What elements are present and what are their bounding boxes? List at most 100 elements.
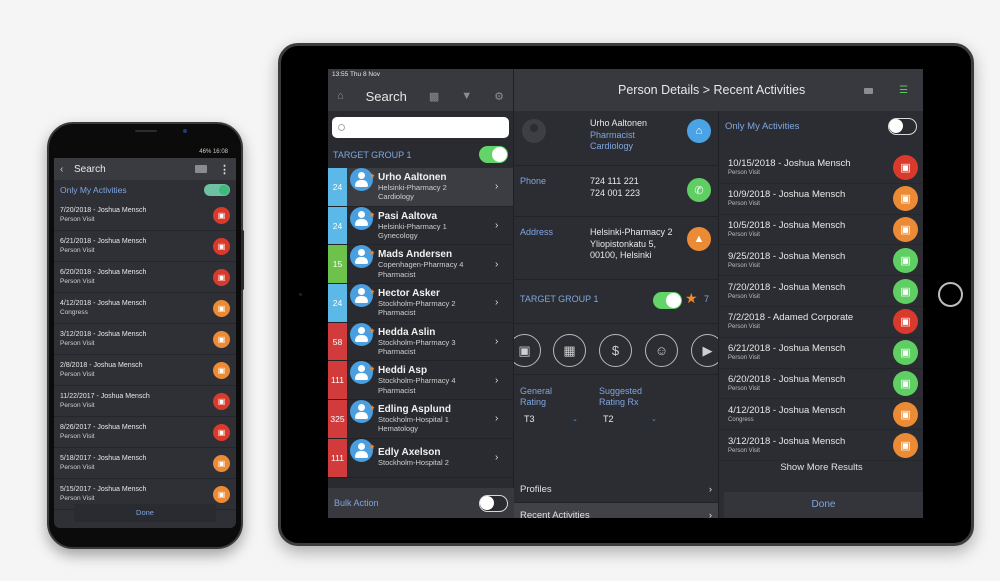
people-icon[interactable]: ☺: [645, 334, 678, 367]
chevron-left-icon[interactable]: ‹: [60, 164, 70, 175]
person-list-item[interactable]: 58 ★ Hedda Aslin Stockholm-Pharmacy 3 Ph…: [328, 322, 513, 362]
activity-status-icon: ▣: [213, 206, 230, 224]
menu-icon[interactable]: ☰: [899, 86, 909, 96]
avatar-wrap: ★: [347, 438, 378, 477]
phone-activity-item[interactable]: 6/20/2018 - Joshua Mensch Person Visit ▣: [54, 262, 236, 293]
phone-activity-item[interactable]: 4/12/2018 - Joshua Mensch Congress ▣: [54, 293, 236, 324]
person-name: Mads Andersen: [378, 249, 453, 261]
activity-item[interactable]: 10/15/2018 - Joshua Mensch Person Visit …: [719, 153, 923, 184]
activity-status-icon: ▣: [213, 392, 230, 410]
phone-camera: [183, 129, 187, 133]
activity-text: 3/12/2018 - Joshua Mensch Person Visit: [60, 330, 213, 348]
detail-nav-item[interactable]: Recent Activities ›: [514, 503, 718, 518]
navigate-icon[interactable]: ▲: [687, 227, 711, 251]
show-more-results-button[interactable]: Show More Results: [719, 462, 923, 473]
address-row: Address Helsinki-Pharmacy 2 Yliopistonka…: [514, 217, 718, 280]
activity-type: Person Visit: [60, 247, 95, 254]
phone-row: Phone 724 111 221 724 001 223 ✆: [514, 166, 718, 217]
only-my-activities-toggle[interactable]: [204, 184, 230, 196]
bulk-action-toggle[interactable]: [479, 494, 508, 512]
money-icon[interactable]: $: [599, 334, 632, 367]
general-rating-select[interactable]: T3 ⌄: [524, 414, 584, 424]
phone-activity-list: 7/20/2018 - Joshua Mensch Person Visit ▣…: [54, 200, 236, 510]
detail-nav-label: Recent Activities: [520, 510, 590, 518]
activity-title: 8/26/2017 - Joshua Mensch: [60, 424, 147, 431]
person-list-item[interactable]: 15 ★ Mads Andersen Copenhagen-Pharmacy 4…: [328, 245, 513, 285]
activity-type: Person Visit: [60, 216, 95, 223]
play-icon[interactable]: ▶: [691, 334, 718, 367]
target-group-toggle[interactable]: [479, 146, 508, 163]
activity-item[interactable]: 7/20/2018 - Joshua Mensch Person Visit ▣: [719, 276, 923, 307]
person-role: Pharmacist: [590, 129, 636, 140]
activity-title: 6/20/2018 - Joshua Mensch: [60, 269, 147, 276]
filter-icon[interactable]: ▼: [461, 90, 472, 102]
phone-activity-item[interactable]: 7/20/2018 - Joshua Mensch Person Visit ▣: [54, 200, 236, 231]
phone-done-button[interactable]: Done: [74, 504, 216, 522]
suggested-rating-label-line1: Suggested: [599, 386, 643, 396]
person-location: Stockholm-Hospital 2: [378, 458, 449, 468]
star-icon: ★: [369, 173, 376, 180]
activity-status-icon: ▣: [893, 186, 918, 212]
address-label: Address: [520, 227, 554, 237]
activity-title: 3/12/2018 - Joshua Mensch: [728, 435, 846, 447]
phone-activity-item[interactable]: 11/22/2017 - Joshua Mensch Person Visit …: [54, 386, 236, 417]
activity-item[interactable]: 6/21/2018 - Joshua Mensch Person Visit ▣: [719, 338, 923, 369]
detail-nav-item[interactable]: Profiles ›: [514, 477, 718, 503]
phone-activity-item[interactable]: 6/21/2018 - Joshua Mensch Person Visit ▣: [54, 231, 236, 262]
warehouse-icon[interactable]: ▣: [514, 334, 541, 367]
person-score: 24: [328, 206, 347, 245]
activities-filter-toggle[interactable]: [888, 117, 917, 135]
bulk-action-bar: Bulk Action: [328, 488, 514, 518]
person-list-item[interactable]: 111 ★ Heddi Asp Stockholm-Pharmacy 4 Pha…: [328, 361, 513, 401]
home-icon[interactable]: ⌂: [337, 90, 344, 102]
mail-icon[interactable]: [864, 88, 873, 94]
activity-item[interactable]: 10/5/2018 - Joshua Mensch Person Visit ▣: [719, 215, 923, 246]
person-list-item[interactable]: 111 ★ Edly Axelson Stockholm-Hospital 2 …: [328, 438, 513, 478]
activity-status-icon: ▣: [213, 330, 230, 348]
person-specialty: Cardiology: [590, 141, 634, 151]
activity-text: 5/15/2017 - Joshua Mensch Person Visit: [60, 485, 213, 503]
detail-target-group-label: TARGET GROUP 1: [520, 294, 599, 304]
detail-nav-label: Profiles: [520, 484, 552, 495]
bar-chart-icon[interactable]: ▩: [429, 90, 439, 103]
activity-title: 7/20/2018 - Joshua Mensch: [728, 281, 846, 293]
more-vertical-icon[interactable]: ⋮: [219, 163, 230, 176]
activities-filter-row: Only My Activities: [719, 111, 923, 141]
phone-activity-item[interactable]: 2/8/2018 - Joshua Mensch Person Visit ▣: [54, 355, 236, 386]
activity-status-icon: ▣: [893, 278, 918, 304]
phone-activity-item[interactable]: 5/18/2017 - Joshua Mensch Person Visit ▣: [54, 448, 236, 479]
people-list: 24 ★ Urho Aaltonen Helsinki-Pharmacy 2 C…: [328, 168, 513, 478]
gear-icon[interactable]: ⚙: [494, 90, 504, 103]
done-button[interactable]: Done: [724, 492, 923, 518]
detail-target-group-toggle[interactable]: [653, 292, 682, 309]
suggested-rating-select[interactable]: T2 ⌄: [603, 414, 663, 424]
person-list-item[interactable]: 325 ★ Edling Asplund Stockholm-Hospital …: [328, 400, 513, 439]
phone-call-icon[interactable]: ✆: [687, 178, 711, 202]
person-list-item[interactable]: 24 ★ Hector Asker Stockholm-Pharmacy 2 P…: [328, 284, 513, 323]
activity-item[interactable]: 10/9/2018 - Joshua Mensch Person Visit ▣: [719, 184, 923, 215]
phone-activity-item[interactable]: 8/26/2017 - Joshua Mensch Person Visit ▣: [54, 417, 236, 448]
calendar-icon[interactable]: ▦: [553, 334, 586, 367]
person-name: Urho Aaltonen: [590, 118, 648, 128]
add-to-home-icon[interactable]: ⌂: [687, 119, 711, 143]
activity-item[interactable]: 6/20/2018 - Joshua Mensch Person Visit ▣: [719, 369, 923, 400]
product-showcase: 46% 16:08 ‹ Search ⋮ Only My Activities …: [0, 0, 1000, 581]
star-icon: ★: [685, 290, 698, 306]
activity-text: 6/20/2018 - Joshua Mensch Person Visit: [728, 374, 893, 393]
person-list-item[interactable]: 24 ★ Urho Aaltonen Helsinki-Pharmacy 2 C…: [328, 168, 513, 207]
mail-icon[interactable]: [195, 165, 207, 173]
activity-item[interactable]: 3/12/2018 - Joshua Mensch Person Visit ▣: [719, 430, 923, 461]
person-text: Pasi Aaltova Helsinki-Pharmacy 1 Gynecol…: [378, 207, 495, 245]
activity-item[interactable]: 4/12/2018 - Joshua Mensch Congress ▣: [719, 399, 923, 431]
activity-item[interactable]: 7/2/2018 - Adamed Corporate Person Visit…: [719, 307, 923, 338]
activity-type: Person Visit: [728, 293, 760, 300]
search-input[interactable]: [349, 122, 509, 133]
avatar-wrap: ★: [347, 361, 378, 399]
phone-activity-item[interactable]: 3/12/2018 - Joshua Mensch Person Visit ▣: [54, 324, 236, 355]
search-field[interactable]: [332, 117, 509, 138]
activity-item[interactable]: 9/25/2018 - Joshua Mensch Person Visit ▣: [719, 245, 923, 277]
activity-title: 6/20/2018 - Joshua Mensch: [728, 373, 846, 385]
person-list-item[interactable]: 24 ★ Pasi Aaltova Helsinki-Pharmacy 1 Gy…: [328, 206, 513, 246]
person-location: Stockholm-Hospital 1: [378, 414, 449, 424]
activity-status-icon: ▣: [893, 432, 918, 458]
